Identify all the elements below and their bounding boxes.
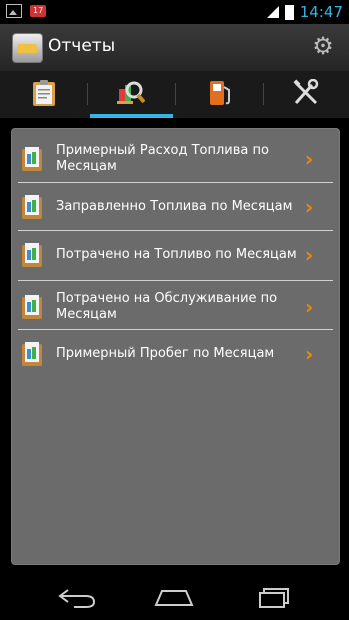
report-item-fuel-spent[interactable]: Потрачено на Топливо по Месяцам › <box>16 237 335 273</box>
report-doc-icon <box>22 342 44 366</box>
home-icon <box>154 590 194 606</box>
car-icon[interactable] <box>12 33 43 63</box>
chevron-right-icon: › <box>305 243 314 267</box>
report-doc-icon <box>22 243 44 267</box>
reports-list: Примерный Расход Топлива по Месяцам › За… <box>11 128 340 565</box>
chevron-right-icon: › <box>305 195 314 219</box>
report-item-maintenance-spent[interactable]: Потрачено на Обслуживание по Месяцам › <box>16 285 335 329</box>
divider <box>18 329 333 330</box>
tab-tools[interactable] <box>264 71 349 118</box>
clock: 14:47 <box>299 3 343 21</box>
divider <box>18 182 333 183</box>
navigation-bar <box>0 573 349 620</box>
report-item-label: Потрачено на Топливо по Месяцам <box>56 247 297 262</box>
report-item-fuel-consumption[interactable]: Примерный Расход Топлива по Месяцам › <box>16 137 335 181</box>
tab-bar <box>0 71 349 118</box>
back-button[interactable] <box>48 581 108 611</box>
signal-icon <box>266 6 279 18</box>
page-title: Отчеты <box>48 36 116 56</box>
chevron-right-icon: › <box>305 342 314 366</box>
divider <box>18 230 333 231</box>
report-item-label: Потрачено на Обслуживание по Месяцам <box>56 291 278 322</box>
report-search-icon <box>117 81 145 104</box>
home-button[interactable] <box>144 581 204 611</box>
recent-apps-button[interactable] <box>242 581 302 611</box>
fuel-pump-icon <box>210 81 230 105</box>
report-doc-icon <box>22 295 44 319</box>
tab-reports[interactable] <box>88 71 175 118</box>
tools-icon <box>293 79 319 105</box>
notification-badge: 17 <box>30 5 47 17</box>
chevron-right-icon: › <box>305 295 314 319</box>
back-icon <box>58 589 96 608</box>
status-bar: 17 14:47 <box>0 0 349 24</box>
report-item-fuel-filled[interactable]: Заправленно Топлива по Месяцам › <box>16 189 335 225</box>
report-item-label: Заправленно Топлива по Месяцам <box>56 199 293 214</box>
report-item-mileage[interactable]: Примерный Пробег по Месяцам › <box>16 336 335 372</box>
action-bar: Отчеты ⚙ <box>0 24 349 71</box>
divider <box>18 280 333 281</box>
battery-icon <box>284 4 294 20</box>
clipboard-icon <box>33 80 55 106</box>
report-item-label: Примерный Расход Топлива по Месяцам <box>56 143 269 174</box>
report-doc-icon <box>22 147 44 171</box>
content-area: Примерный Расход Топлива по Месяцам › За… <box>0 118 349 573</box>
recent-apps-icon <box>259 588 289 608</box>
image-notification-icon <box>6 4 22 18</box>
report-doc-icon <box>22 195 44 219</box>
report-item-label: Примерный Пробег по Месяцам <box>56 346 275 361</box>
chevron-right-icon: › <box>305 147 314 171</box>
gear-icon[interactable]: ⚙ <box>311 34 335 58</box>
tab-clipboard[interactable] <box>0 71 87 118</box>
tab-fuel[interactable] <box>176 71 263 118</box>
